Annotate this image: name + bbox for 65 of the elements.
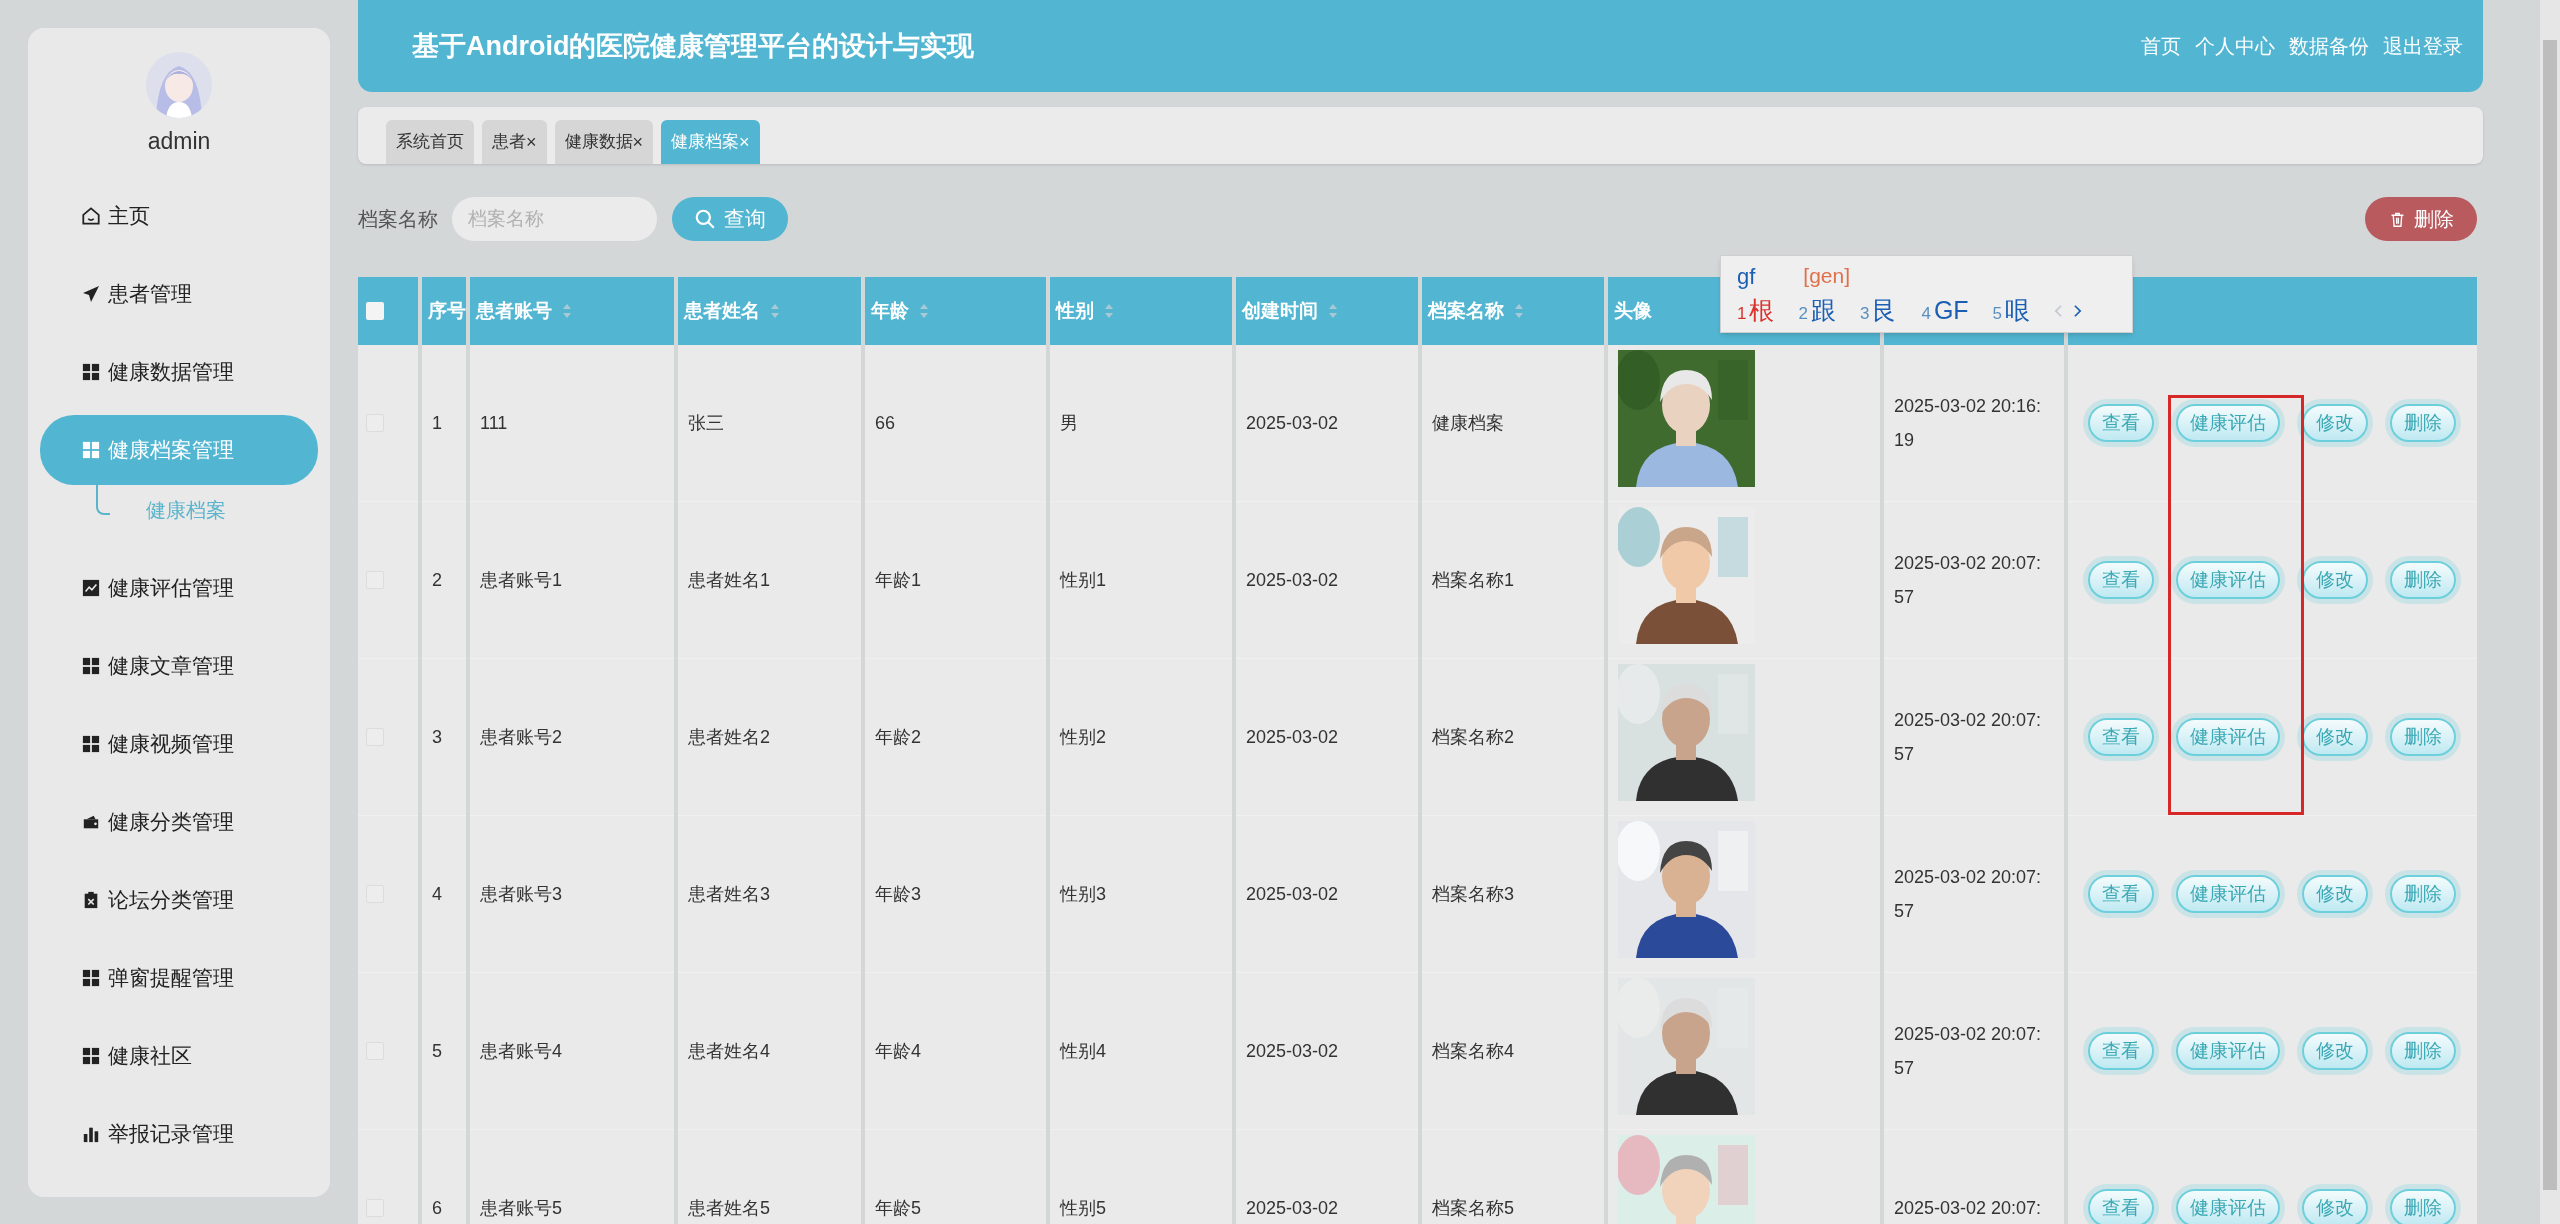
table-cell-text: 2025-03-02 20:16:19 (1894, 395, 2043, 452)
table-cell-text: 年龄4 (875, 1039, 921, 1063)
table-cell-text: 2025-03-02 20:07:57 (1894, 1023, 2043, 1080)
table-cell-text: 患者姓名3 (688, 882, 770, 906)
table-cell-text: 档案名称4 (1432, 1039, 1514, 1063)
table-cell-text: 性别1 (1060, 568, 1106, 592)
table-cell-text: 2025-03-02 (1246, 1039, 1339, 1063)
username: admin (147, 127, 211, 156)
table-cell-text: 2025-03-02 (1246, 568, 1339, 592)
app-title: 基于Android的医院健康管理平台的设计与实现 (412, 29, 975, 63)
table-cell-text: 张三 (688, 411, 724, 435)
table-cell-text: 档案名称1 (1432, 568, 1514, 592)
pinyin-text: [gen] (1803, 263, 1851, 290)
header-label: 性别 (1056, 298, 1094, 323)
table-cell-text: 2 (432, 568, 442, 592)
tab-label: 健康档案 (671, 131, 740, 154)
table-cell-text: 2025-03-02 (1246, 411, 1339, 435)
tab-label: 系统首页 (396, 131, 464, 154)
table-cell-text: 男 (1060, 411, 1078, 435)
table-cell-text: 档案名称5 (1432, 1196, 1514, 1220)
table-cell-text: 性别5 (1060, 1196, 1106, 1220)
table-cell-text: 2025-03-02 20:07:57 (1894, 866, 2043, 923)
field-label: 档案名称 (358, 207, 438, 232)
table-cell-text: 年龄1 (875, 568, 921, 592)
ime-input-text: gf (1737, 262, 1756, 291)
table-cell-text: 2025-03-02 20:07:57 (1894, 552, 2043, 609)
table-cell-text: 患者姓名2 (688, 725, 770, 749)
header-label: 年龄 (871, 298, 909, 323)
header-label: 患者账号 (476, 298, 552, 323)
table-cell-text: 患者账号5 (480, 1196, 562, 1220)
table-cell-text: 患者姓名4 (688, 1039, 770, 1063)
table-cell-text: 2025-03-02 (1246, 725, 1339, 749)
table-cell-text: 111 (480, 411, 508, 435)
table-cell-text: 性别2 (1060, 725, 1106, 749)
table-cell-text: 档案名称2 (1432, 725, 1514, 749)
table-cell-text: 6 (432, 1196, 442, 1220)
table-cell-text: 患者账号4 (480, 1039, 562, 1063)
tab-label: 患者 (492, 131, 526, 154)
table-cell-text: 2025-03-02 (1246, 1196, 1339, 1220)
table-cell-text: 患者账号2 (480, 725, 562, 749)
table-cell-text: 患者姓名1 (688, 568, 770, 592)
table-cell-text: 年龄5 (875, 1196, 921, 1220)
table-cell-text: 患者姓名5 (688, 1196, 770, 1220)
header-label: 档案名称 (1428, 298, 1504, 323)
table-cell-text: 2025-03-02 20:07: (1894, 1197, 2043, 1220)
header-label: 头像 (1614, 298, 1652, 323)
header-label: 创建时间 (1242, 298, 1318, 323)
table-cell-text: 66 (875, 411, 896, 435)
table-cell-text: 5 (432, 1039, 442, 1063)
table-cell-text: 2025-03-02 (1246, 882, 1339, 906)
table-cell-text: 年龄3 (875, 882, 921, 906)
table-cell-text: 年龄2 (875, 725, 921, 749)
table-cell-text: 患者账号1 (480, 568, 562, 592)
table-cell-text: 3 (432, 725, 442, 749)
table-cell-text: 性别4 (1060, 1039, 1106, 1063)
table-cell-text: 2025-03-02 20:07:57 (1894, 709, 2043, 766)
table-cell-text: 1 (432, 411, 442, 435)
table-cell-text: 性别3 (1060, 882, 1106, 906)
header-label: 序号 (428, 298, 466, 323)
header-label: 患者姓名 (684, 298, 760, 323)
table-cell-text: 档案名称3 (1432, 882, 1514, 906)
table-cell-text: 健康档案 (1432, 411, 1504, 435)
table-cell-text: 4 (432, 882, 442, 906)
tab-label: 健康数据 (564, 131, 633, 154)
table-cell-text: 患者账号3 (480, 882, 562, 906)
